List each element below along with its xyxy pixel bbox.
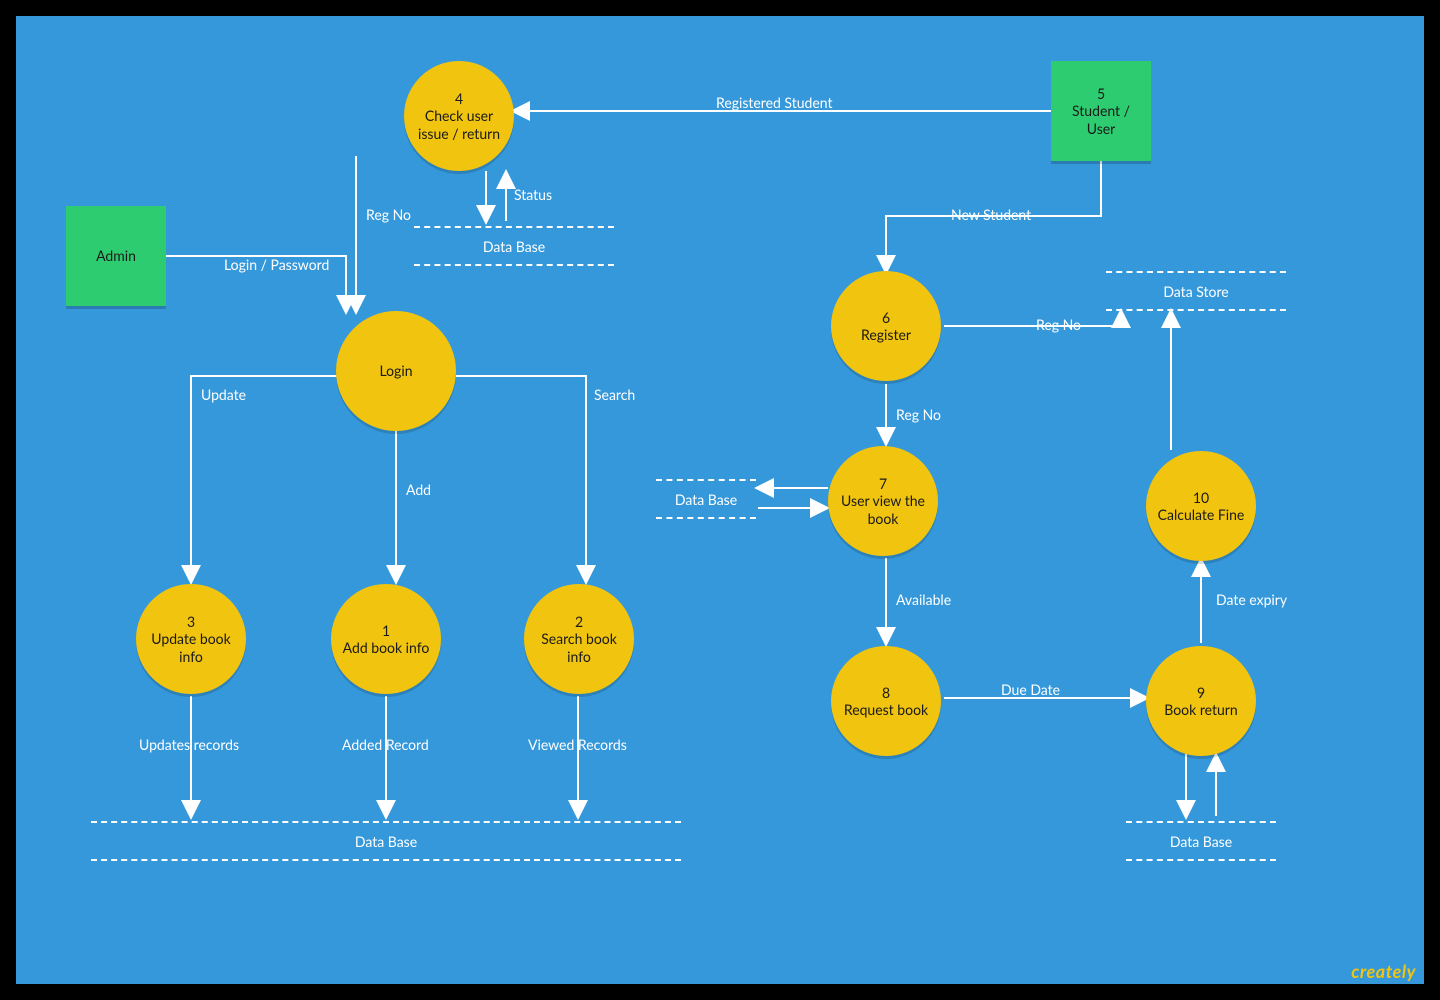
- process-request-book-num: 8: [882, 684, 890, 702]
- process-book-return-title: Book return: [1164, 701, 1237, 719]
- process-book-return: 9 Book return: [1146, 646, 1256, 756]
- data-store-return: Data Base: [1126, 821, 1276, 861]
- flow-search: Search: [594, 386, 635, 403]
- flow-available: Available: [896, 591, 951, 608]
- data-store-userview: Data Base: [656, 479, 756, 519]
- entity-student-user-label: Student / User: [1057, 102, 1145, 137]
- flow-add: Add: [406, 481, 431, 498]
- entity-admin-label: Admin: [96, 247, 136, 265]
- process-add-book: 1 Add book info: [331, 584, 441, 694]
- process-book-return-num: 9: [1197, 684, 1205, 702]
- process-request-book-title: Request book: [844, 701, 928, 719]
- process-request-book: 8 Request book: [831, 646, 941, 756]
- entity-student-user: 5 Student / User: [1051, 61, 1151, 161]
- process-login: Login: [336, 311, 456, 431]
- entity-student-user-num: 5: [1097, 85, 1105, 103]
- flow-regno-view: Reg No: [896, 406, 941, 423]
- flow-regno-check: Reg No: [366, 206, 411, 223]
- process-register-num: 6: [882, 309, 890, 327]
- flow-status: Status: [514, 186, 552, 203]
- flow-due-date: Due Date: [1001, 681, 1060, 698]
- flow-login-password: Login / Password: [224, 256, 329, 273]
- process-add-book-num: 1: [382, 622, 390, 640]
- process-search-book: 2 Search book info: [524, 584, 634, 694]
- process-user-view-num: 7: [879, 475, 887, 493]
- process-user-view: 7 User view the book: [828, 446, 938, 556]
- flow-viewed-records: Viewed Records: [528, 736, 627, 753]
- data-store-top-right-label: Data Store: [1163, 283, 1228, 300]
- flow-updates-records: Updates records: [139, 736, 239, 753]
- process-update-book-num: 3: [187, 613, 195, 631]
- flow-regno-out: Reg No: [1036, 316, 1081, 333]
- process-update-book-title: Update book info: [142, 630, 240, 665]
- branding-logo: creately: [1351, 960, 1416, 982]
- data-store-bottom: Data Base: [91, 821, 681, 861]
- process-calc-fine-num: 10: [1193, 489, 1209, 507]
- flow-new-student: New Student: [951, 206, 1031, 223]
- process-check-user: 4 Check user issue / return: [404, 61, 514, 171]
- process-search-book-num: 2: [575, 613, 583, 631]
- flow-added-record: Added Record: [342, 736, 429, 753]
- data-store-return-label: Data Base: [1170, 833, 1232, 850]
- process-calc-fine-title: Calculate Fine: [1158, 506, 1245, 524]
- process-register: 6 Register: [831, 271, 941, 381]
- data-store-check-label: Data Base: [483, 238, 545, 255]
- process-register-title: Register: [861, 326, 911, 344]
- flow-update: Update: [201, 386, 246, 403]
- process-check-user-num: 4: [455, 90, 463, 108]
- data-store-userview-label: Data Base: [675, 491, 737, 508]
- flow-registered-student: Registered Student: [716, 94, 832, 111]
- process-check-user-title: Check user issue / return: [410, 107, 508, 142]
- process-user-view-title: User view the book: [834, 492, 932, 527]
- process-search-book-title: Search book info: [530, 630, 628, 665]
- data-store-check: Data Base: [414, 226, 614, 266]
- flow-date-expiry: Date expiry: [1216, 591, 1287, 608]
- process-login-title: Login: [379, 362, 412, 380]
- diagram-canvas: Admin 5 Student / User 4 Check user issu…: [16, 16, 1424, 984]
- process-add-book-title: Add book info: [343, 639, 430, 657]
- entity-admin: Admin: [66, 206, 166, 306]
- process-calc-fine: 10 Calculate Fine: [1146, 451, 1256, 561]
- process-update-book: 3 Update book info: [136, 584, 246, 694]
- data-store-bottom-label: Data Base: [355, 833, 417, 850]
- data-store-top-right: Data Store: [1106, 271, 1286, 311]
